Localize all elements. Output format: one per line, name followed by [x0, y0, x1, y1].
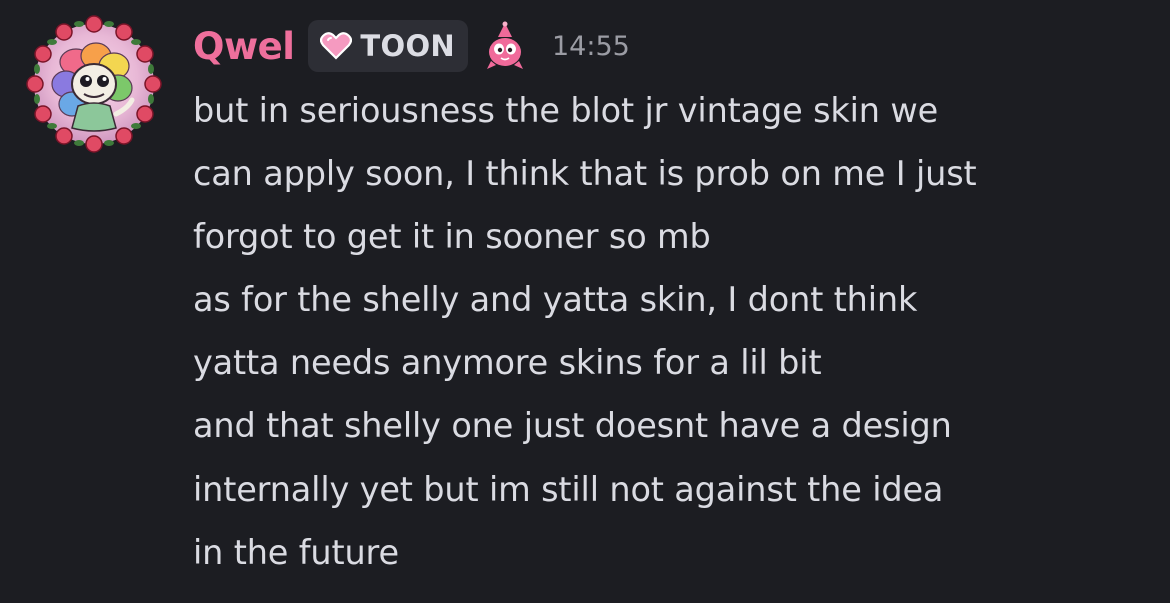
- message-line: yatta needs anymore skins for a lil bit: [193, 343, 822, 383]
- message-line: but in seriousness the blot jr vintage s…: [193, 91, 939, 130]
- pink-heart-icon: [320, 32, 353, 60]
- pink-cone-creature-icon: [486, 21, 523, 69]
- message-line: internally yet but im still not against …: [193, 469, 944, 509]
- role-badge[interactable]: [482, 21, 528, 71]
- username[interactable]: Qwel: [193, 25, 295, 68]
- message-line: in the future: [193, 532, 399, 572]
- message-line: can apply soon, I think that is prob on …: [193, 154, 977, 194]
- server-tag[interactable]: TOON: [308, 20, 468, 72]
- message-line: and that shelly one just doesnt have a d…: [193, 406, 952, 446]
- chat-message: Qwel TOON 14:55 but in seriousness the b…: [0, 0, 1170, 603]
- server-tag-label: TOON: [360, 29, 455, 63]
- message-line: forgot to get it in sooner so mb: [193, 217, 711, 257]
- message-content: but in seriousness the blot jr vintage s…: [193, 79, 1163, 584]
- message-timestamp[interactable]: 14:55: [552, 31, 630, 62]
- flower-character-avatar-icon: [26, 15, 162, 153]
- message-line: as for the shelly and yatta skin, I dont…: [193, 280, 918, 320]
- user-avatar[interactable]: [24, 10, 164, 158]
- message-header: Qwel TOON 14:55: [193, 18, 630, 74]
